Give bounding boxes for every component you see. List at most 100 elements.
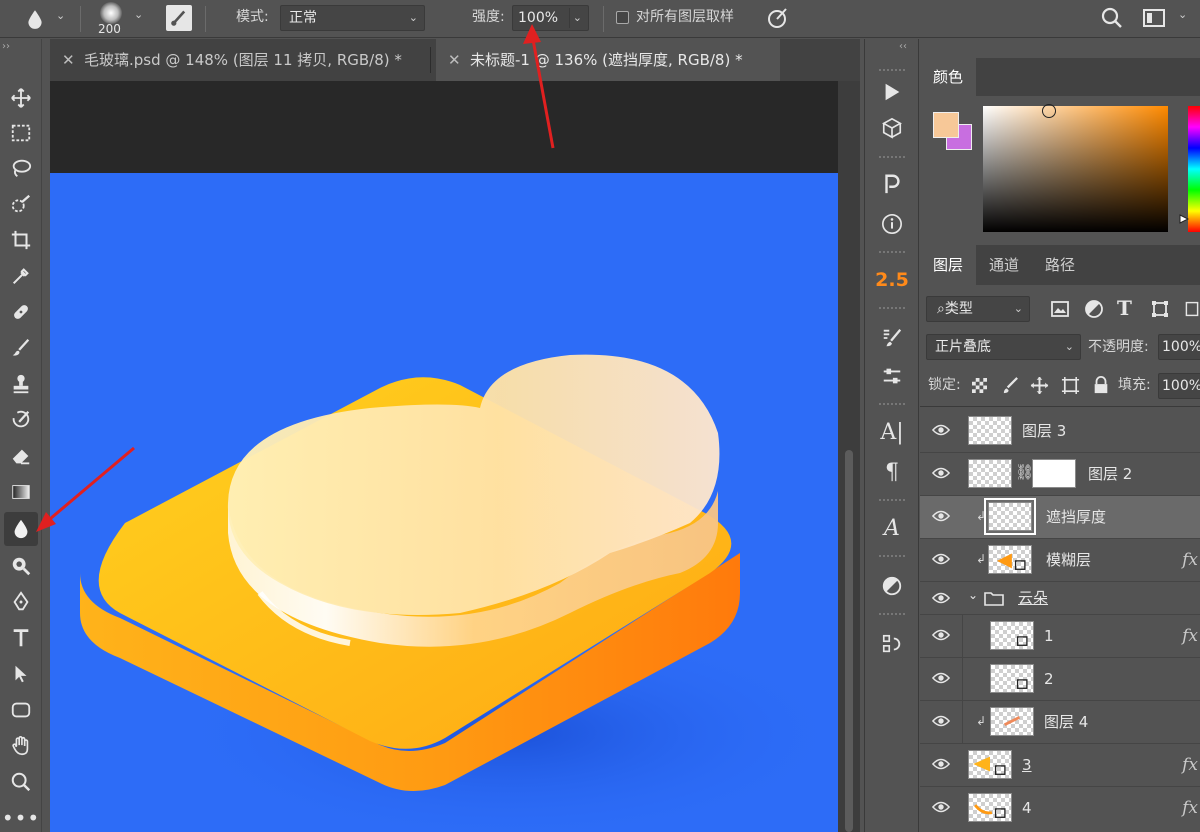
tab-color[interactable]: 颜色 xyxy=(920,58,977,96)
close-icon[interactable]: ✕ xyxy=(62,39,84,81)
tab-layers[interactable]: 图层 xyxy=(920,245,977,285)
gradient-tool[interactable] xyxy=(4,475,38,509)
lock-transparent-icon[interactable] xyxy=(972,378,987,393)
brush-size-picker[interactable]: 200 ⌄ xyxy=(92,0,152,38)
eye-icon[interactable] xyxy=(932,591,950,605)
character-panel-button[interactable]: A| xyxy=(873,415,911,449)
layer-filter-select[interactable]: ⌕类型 ⌄ xyxy=(926,296,1030,322)
scrollbar-thumb[interactable] xyxy=(845,450,853,832)
adjustment-filter-icon[interactable] xyxy=(1084,299,1104,319)
hue-slider[interactable] xyxy=(1188,106,1200,232)
hue-slider-arrow-icon[interactable] xyxy=(1179,213,1189,225)
history-panel-button[interactable] xyxy=(873,627,911,661)
lock-all-icon[interactable] xyxy=(1092,375,1110,395)
eye-icon[interactable] xyxy=(932,671,950,685)
layer-row-selected[interactable]: ↲ 遮挡厚度 xyxy=(920,496,1200,539)
foreground-color-swatch[interactable] xyxy=(933,112,959,138)
move-tool[interactable] xyxy=(4,81,38,115)
eye-icon[interactable] xyxy=(932,800,950,814)
eye-icon[interactable] xyxy=(932,552,950,566)
3d-button[interactable] xyxy=(873,111,911,145)
blur-tool[interactable] xyxy=(4,512,38,546)
eyedropper-tool[interactable] xyxy=(4,259,38,293)
type-tool[interactable] xyxy=(4,621,38,655)
eye-icon[interactable] xyxy=(932,466,950,480)
group-row[interactable]: ⌄ 云朵 xyxy=(920,582,1200,615)
canvas-artboard[interactable] xyxy=(50,173,838,832)
eye-icon[interactable] xyxy=(932,423,950,437)
type-filter-icon[interactable]: T xyxy=(1117,296,1132,320)
layer-effects-icon[interactable]: fx xyxy=(1182,539,1198,582)
fill-input[interactable]: 100% xyxy=(1158,373,1200,399)
layer-name[interactable]: 4 xyxy=(1022,787,1032,830)
lock-pixels-icon[interactable] xyxy=(1001,376,1020,395)
layer-name[interactable]: 模糊层 xyxy=(1046,539,1091,582)
eye-icon[interactable] xyxy=(932,509,950,523)
layer-effects-icon[interactable]: fx xyxy=(1182,744,1198,787)
quick-selection-tool[interactable] xyxy=(4,187,38,221)
layer-row[interactable]: ↲ 模糊层 fx xyxy=(920,539,1200,582)
hand-tool[interactable] xyxy=(4,729,38,763)
eye-icon[interactable] xyxy=(932,757,950,771)
layer-row[interactable]: ↲ 图层 4 xyxy=(920,701,1200,744)
eye-icon[interactable] xyxy=(932,714,950,728)
chevron-down-icon[interactable]: ⌄ xyxy=(1178,8,1187,21)
marquee-tool[interactable] xyxy=(4,116,38,150)
shape-filter-icon[interactable] xyxy=(1150,299,1170,319)
image-filter-icon[interactable] xyxy=(1050,299,1070,319)
workspace-icon[interactable] xyxy=(1141,6,1167,30)
rectangle-tool[interactable] xyxy=(4,693,38,727)
info-button[interactable] xyxy=(873,207,911,241)
tab-channels[interactable]: 通道 xyxy=(976,245,1032,285)
lock-position-icon[interactable] xyxy=(1030,376,1049,395)
pressure-stylus-icon[interactable] xyxy=(766,6,790,30)
history-brush-tool[interactable] xyxy=(4,403,38,437)
strength-input[interactable]: 100% ⌄ xyxy=(512,5,589,31)
layer-name[interactable]: 3 xyxy=(1022,744,1032,787)
layer-name[interactable]: 1 xyxy=(1044,615,1054,658)
opacity-input[interactable]: 100% xyxy=(1158,334,1200,360)
zoom-tool[interactable] xyxy=(4,765,38,799)
smart-object-filter-icon[interactable] xyxy=(1184,299,1200,319)
crop-tool[interactable] xyxy=(4,223,38,257)
mode-select[interactable]: 正常 ⌄ xyxy=(280,5,425,31)
close-icon[interactable]: ✕ xyxy=(448,39,470,81)
plugin-p-button[interactable] xyxy=(873,167,911,201)
brush-tool[interactable] xyxy=(4,331,38,365)
pen-tool[interactable] xyxy=(4,585,38,619)
path-selection-tool[interactable] xyxy=(4,657,38,691)
tab-document-2[interactable]: ✕ 未标题-1 @ 136% (遮挡厚度, RGB/8) * xyxy=(436,39,780,81)
color-field[interactable] xyxy=(983,106,1168,232)
clone-stamp-tool[interactable] xyxy=(4,367,38,401)
lasso-tool[interactable] xyxy=(4,151,38,185)
lock-artboard-icon[interactable] xyxy=(1061,376,1080,395)
search-icon[interactable] xyxy=(1100,6,1124,30)
plugin-25-button[interactable]: 2.5 xyxy=(873,263,911,297)
layer-name[interactable]: 2 xyxy=(1044,658,1054,701)
dodge-tool[interactable] xyxy=(4,549,38,583)
tab-paths[interactable]: 路径 xyxy=(1032,245,1088,285)
layer-row[interactable]: 3 fx xyxy=(920,744,1200,787)
layer-effects-icon[interactable]: fx xyxy=(1182,615,1198,658)
layer-name[interactable]: 图层 4 xyxy=(1044,701,1088,744)
eye-icon[interactable] xyxy=(932,628,950,642)
more-tools[interactable]: ••• xyxy=(2,801,39,832)
group-name[interactable]: 云朵 xyxy=(1018,582,1048,615)
paragraph-panel-button[interactable]: ¶ xyxy=(873,455,911,489)
tool-preset-picker[interactable]: ⌄ xyxy=(18,6,70,32)
glyphs-panel-button[interactable]: A xyxy=(873,511,911,545)
layer-effects-icon[interactable]: fx xyxy=(1182,787,1198,830)
tab-document-1[interactable]: ✕ 毛玻璃.psd @ 148% (图层 11 拷贝, RGB/8) * xyxy=(50,39,430,81)
styles-panel-button[interactable] xyxy=(873,569,911,603)
blend-mode-select[interactable]: 正片叠底 ⌄ xyxy=(926,334,1081,360)
brush-settings-button[interactable] xyxy=(166,5,192,31)
collapse-dock-icon[interactable]: ‹‹ xyxy=(899,41,907,52)
layer-row[interactable]: 1 fx xyxy=(920,615,1200,658)
layer-row[interactable]: 图层 3 xyxy=(920,410,1200,453)
healing-brush-tool[interactable] xyxy=(4,295,38,329)
layer-row[interactable]: 2 xyxy=(920,658,1200,701)
adjustments-panel-button[interactable] xyxy=(873,359,911,393)
layer-name[interactable]: 图层 3 xyxy=(1022,410,1066,453)
layer-row[interactable]: 4 fx xyxy=(920,787,1200,832)
layer-name[interactable]: 遮挡厚度 xyxy=(1046,496,1106,539)
